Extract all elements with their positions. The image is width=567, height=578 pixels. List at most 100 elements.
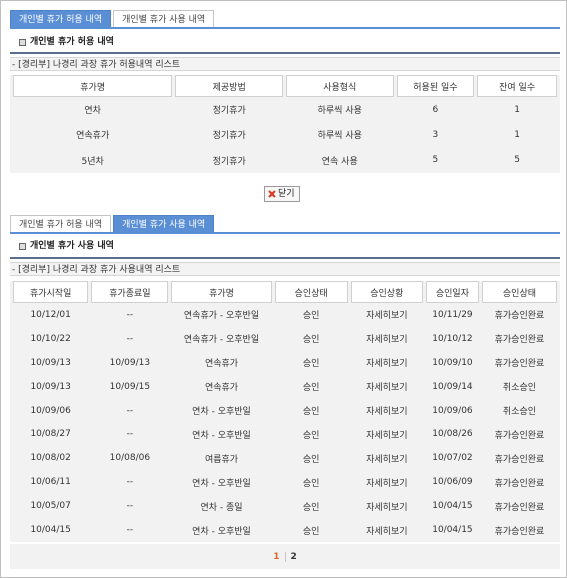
table-cell: 승인 — [302, 526, 320, 537]
table-cell: 10/09/06 — [30, 405, 71, 416]
allow-list-caption: - [경리부] 나경리 과장 휴가 허용내역 리스트 — [10, 57, 560, 71]
table-cell: 연속휴가 — [204, 359, 239, 370]
allow-table-header: 휴가명 제공방법 사용형식 허용된 일수 잔여 일수 — [13, 75, 557, 97]
table-cell: 휴가승인완료 — [494, 526, 545, 537]
table-cell: 3 — [432, 129, 439, 140]
table-cell: 10/09/13 — [30, 357, 71, 368]
tab-bar-top: 개인별 휴가 허용 내역 개인별 휴가 사용 내역 — [10, 10, 216, 28]
table-cell: 10/06/11 — [30, 477, 71, 488]
tab-allow-history[interactable]: 개인별 휴가 허용 내역 — [10, 10, 112, 28]
table-cell: 10/07/02 — [432, 453, 473, 464]
usage-table-header: 휴가시작일 휴가종료일 휴가명 승인상태 승인상황 승인일자 승인상태 — [13, 281, 557, 303]
table-cell: 승인 — [302, 502, 320, 513]
table-cell[interactable]: 자세히보기 — [351, 399, 423, 423]
table-cell: 연속 사용 — [321, 156, 358, 167]
table-cell: 연차 — [84, 106, 101, 117]
table-cell: 승인 — [302, 454, 320, 465]
tab-bar-bottom: 개인별 휴가 허용 내역 개인별 휴가 사용 내역 — [10, 215, 216, 233]
tab-underline-2 — [10, 232, 560, 234]
table-cell: -- — [126, 333, 134, 344]
column-header: 승인상황 — [350, 281, 423, 303]
table-cell: 10/09/06 — [432, 405, 473, 416]
page-link-1[interactable]: 1 — [268, 552, 284, 562]
table-cell: 정기휴가 — [212, 106, 246, 117]
table-cell[interactable]: 자세히보기 — [351, 303, 423, 327]
table-cell: 휴가승인완료 — [494, 359, 545, 370]
table-cell: 정기휴가 — [212, 156, 246, 167]
table-cell: 10/04/15 — [432, 501, 473, 512]
table-cell: 10/04/15 — [432, 525, 473, 535]
table-cell[interactable]: 자세히보기 — [351, 327, 423, 351]
table-cell[interactable]: 자세히보기 — [351, 446, 423, 470]
table-cell: 승인 — [302, 383, 320, 394]
table-cell: 휴가승인완료 — [494, 311, 545, 322]
column-header: 승인상태 — [481, 281, 557, 303]
column-header: 사용형식 — [285, 75, 394, 97]
table-cell[interactable]: 자세히보기 — [351, 422, 423, 446]
table-cell: 10/08/26 — [432, 429, 473, 440]
table-cell: 휴가승인완료 — [494, 502, 545, 513]
table-cell[interactable]: 자세히보기 — [351, 470, 423, 494]
table-row: 10/09/13 10/09/13 연속휴가 승인 자세히보기 10/09/10 휴가승인완… — [13, 351, 557, 375]
table-cell: 10/05/07 — [30, 501, 71, 512]
tab-underline — [10, 27, 560, 29]
table-cell: 정기휴가 — [212, 131, 246, 142]
table-cell: 10/08/02 — [30, 453, 71, 464]
table-row: 10/05/07 -- 연차 - 종일 승인 자세히보기 10/04/15 휴가승인완료 — [13, 494, 557, 518]
table-cell: 6 — [432, 104, 439, 115]
table-cell[interactable]: 자세히보기 — [351, 375, 423, 399]
section-rule-2 — [10, 257, 560, 259]
tab-usage-history-2[interactable]: 개인별 휴가 사용 내역 — [113, 215, 215, 233]
table-cell: 10/09/14 — [432, 381, 473, 392]
table-cell: 휴가승인완료 — [494, 430, 545, 441]
table-cell: 승인 — [302, 359, 320, 370]
table-row: 10/08/02 10/08/06 여름휴가 승인 자세히보기 10/07/02 휴가승인완… — [13, 446, 557, 470]
page-link-2[interactable]: 2 — [286, 552, 302, 562]
table-cell: 하루씩 사용 — [317, 131, 362, 142]
table-cell: 하루씩 사용 — [317, 106, 362, 117]
table-cell: 5 — [432, 155, 439, 166]
table-row: 10/12/01 -- 연속휴가 - 오후반일 승인 자세히보기 10/11/29 휴가승인… — [13, 303, 557, 327]
tab-usage-history[interactable]: 개인별 휴가 사용 내역 — [113, 10, 215, 28]
table-cell[interactable]: 자세히보기 — [351, 351, 423, 375]
tab-allow-history-2[interactable]: 개인별 휴가 허용 내역 — [10, 215, 112, 233]
table-row: 10/09/13 10/09/15 연속휴가 승인 자세히보기 10/09/14 취소승인 — [13, 375, 557, 399]
allow-section-title: 개인별 휴가 허용 내역 — [19, 35, 114, 49]
table-cell: 연속휴가 — [76, 131, 110, 142]
table-cell: 연차 - 종일 — [200, 502, 243, 513]
table-cell: 취소승인 — [502, 383, 537, 394]
table-cell: 10/09/13 — [109, 357, 151, 368]
table-cell: 1 — [514, 104, 520, 115]
table-cell: 10/08/06 — [109, 453, 151, 464]
table-cell: 취소승인 — [502, 407, 537, 417]
column-header: 허용된 일수 — [396, 75, 475, 97]
square-bullet-icon — [19, 242, 26, 250]
table-cell: 1 — [514, 129, 520, 140]
table-cell: 승인 — [302, 478, 320, 489]
table-cell[interactable]: 자세히보기 — [351, 518, 423, 542]
usage-list-caption: - [경리부] 나경리 과장 휴가 사용내역 리스트 — [10, 262, 560, 276]
close-button-label: 닫기 — [278, 189, 295, 199]
table-cell: 휴가승인완료 — [494, 335, 545, 346]
table-row: 10/06/11 -- 연차 - 오후반일 승인 자세히보기 10/06/09 휴가승인완료 — [13, 470, 557, 494]
table-cell: -- — [126, 309, 134, 320]
section-rule — [10, 52, 560, 54]
table-cell: 승인 — [302, 311, 320, 322]
table-cell: 10/11/29 — [432, 309, 473, 320]
close-x-icon — [268, 190, 276, 198]
table-cell: 10/08/27 — [30, 429, 71, 440]
table-cell[interactable]: 자세히보기 — [351, 494, 423, 518]
allow-table: 휴가명 제공방법 사용형식 허용된 일수 잔여 일수 연차 정기휴가 하루씩 사용 6 1 연속휴… — [10, 75, 560, 173]
table-cell: 5 — [514, 155, 520, 166]
window-frame: 개인별 휴가 허용 내역 개인별 휴가 사용 내역 개인별 휴가 허용 내역 -… — [0, 0, 567, 578]
table-cell: -- — [126, 525, 134, 535]
table-cell: 10/09/15 — [109, 381, 151, 392]
table-cell: 10/06/09 — [432, 477, 473, 488]
table-row: 10/04/15 -- 연차 - 오후반일 승인 자세히보기 10/04/15 휴가승인완료 — [13, 518, 557, 542]
close-button[interactable]: 닫기 — [264, 186, 300, 202]
table-cell: 연속휴가 — [204, 383, 239, 394]
table-cell: 승인 — [302, 407, 320, 417]
usage-table: 휴가시작일 휴가종료일 휴가명 승인상태 승인상황 승인일자 승인상태 10/12/01 --… — [10, 281, 560, 542]
column-header: 승인일자 — [425, 281, 479, 303]
table-cell: 연차 - 오후반일 — [192, 407, 251, 417]
